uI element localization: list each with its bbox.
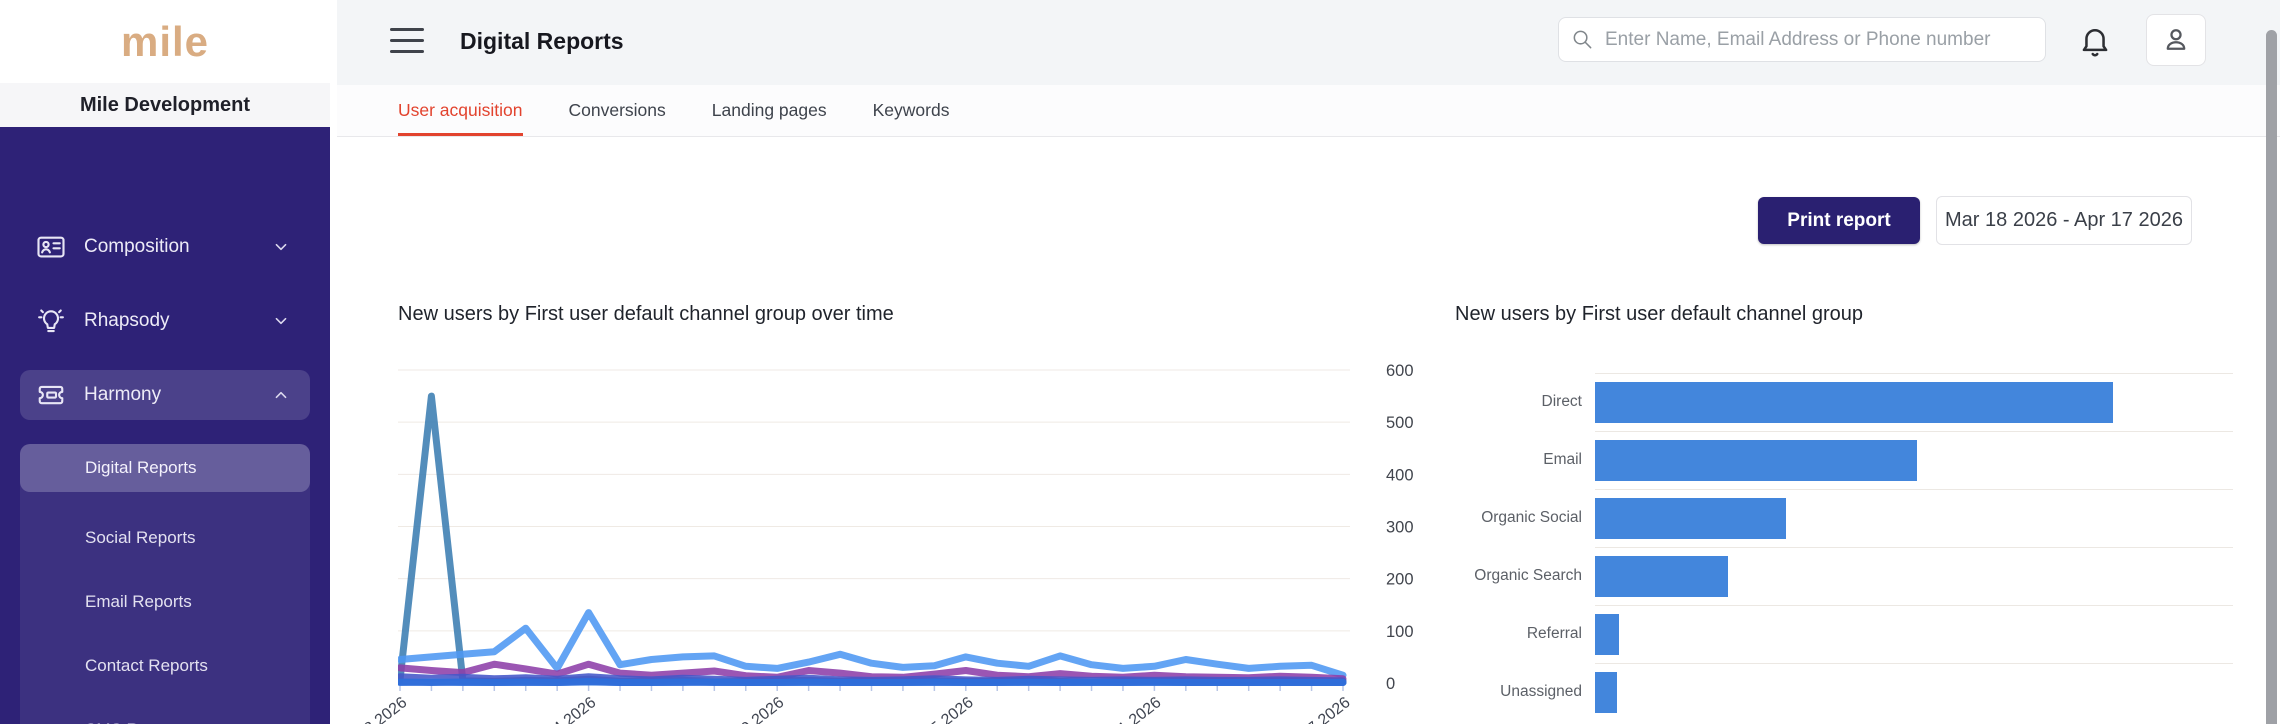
sidebar-item-harmony[interactable]: Harmony: [20, 370, 310, 420]
bar-chart: Direct Email Organic Social Organic Search R…: [1455, 373, 2233, 724]
y-axis-tick-label: 300: [1386, 519, 1414, 537]
date-range-picker[interactable]: Mar 18 2026 - Apr 17 2026: [1936, 196, 2192, 245]
bar-track: [1595, 373, 2233, 431]
sidebar-subitem-sms-reports[interactable]: SMS Reports: [20, 706, 310, 724]
sidebar-nav-items: Composition Rhapsody Harmony Digital Report…: [0, 222, 330, 724]
line-series-direct: [398, 609, 1347, 679]
person-icon: [2166, 29, 2186, 50]
y-axis-tick-label: 500: [1386, 414, 1414, 432]
tab-keywords[interactable]: Keywords: [873, 85, 950, 136]
bar-category-label: Organic Social: [1481, 509, 1582, 526]
search-box: [1558, 17, 2046, 62]
bar-chart-title: New users by First user default channel …: [1455, 303, 1863, 325]
line-chart-title: New users by First user default channel …: [398, 303, 894, 325]
chevron-up-icon: [270, 384, 292, 406]
sidebar-subitem-contact-reports[interactable]: Contact Reports: [20, 642, 310, 690]
line-chart: 0100200300400500600Mar 18 2026Mar 24 202…: [329, 358, 1428, 724]
bar: [1595, 440, 1917, 481]
bar-category-label: Organic Search: [1474, 567, 1582, 584]
y-axis-tick-label: 200: [1386, 571, 1414, 589]
bar: [1595, 672, 1617, 713]
org-name: Mile Development: [0, 83, 330, 127]
bar-category-label: Email: [1543, 451, 1582, 468]
line-series-email: [398, 392, 1347, 686]
mile-logo: mile: [120, 17, 210, 65]
hamburger-menu-icon[interactable]: [390, 28, 424, 53]
contact-card-icon: [36, 232, 66, 262]
report-tabs: User acquisition Conversions Landing pages…: [337, 85, 2280, 137]
bar: [1595, 614, 1620, 655]
sidebar: mile Mile Development Composition Rhapsod…: [0, 0, 330, 724]
sidebar-nav: Composition Rhapsody Harmony Digital Report…: [0, 127, 330, 724]
bar-row-unassigned: Unassigned: [1455, 663, 2233, 721]
sidebar-subitem-digital-reports[interactable]: Digital Reports: [20, 444, 310, 492]
bar-track: [1595, 489, 2233, 547]
bar-track: [1595, 663, 2233, 721]
chevron-down-icon: [270, 236, 292, 258]
print-report-button[interactable]: Print report: [1758, 197, 1920, 244]
bar-row-email: Email: [1455, 431, 2233, 489]
notifications-bell-icon[interactable]: [2076, 22, 2114, 62]
chevron-down-icon: [270, 310, 292, 332]
bar: [1595, 382, 2114, 423]
bar-row-referral: Referral: [1455, 605, 2233, 663]
bar-category-label: Referral: [1526, 625, 1582, 642]
lightbulb-icon: [36, 306, 66, 336]
sidebar-item-label: Rhapsody: [84, 310, 170, 331]
sidebar-item-label: Harmony: [84, 384, 162, 405]
app-window: mile Mile Development Composition Rhapsod…: [0, 0, 2280, 724]
search-input[interactable]: [1558, 17, 2046, 62]
bar-row-organic-social: Organic Social: [1455, 489, 2233, 547]
sidebar-subitem-email-reports[interactable]: Email Reports: [20, 578, 310, 626]
bar-row-direct: Direct: [1455, 373, 2233, 431]
line-chart-canvas: 0 100 200 300 400 500 600: [398, 362, 1414, 693]
sidebar-item-rhapsody[interactable]: Rhapsody: [20, 296, 310, 346]
logo-area: mile: [0, 0, 330, 83]
tab-conversions[interactable]: Conversions: [569, 85, 666, 136]
bar-category-label: Direct: [1541, 393, 1582, 410]
top-header: Digital Reports: [337, 0, 2280, 85]
bar: [1595, 556, 1729, 597]
bar: [1595, 498, 1786, 539]
y-axis-tick-label: 600: [1386, 362, 1414, 380]
tab-landing-pages[interactable]: Landing pages: [712, 85, 827, 136]
sidebar-item-composition[interactable]: Composition: [20, 222, 310, 272]
sidebar-item-label: Composition: [84, 236, 190, 257]
bar-row-organic-search: Organic Search: [1455, 547, 2233, 605]
user-profile-button[interactable]: [2146, 14, 2206, 66]
ticket-icon: [36, 380, 66, 410]
bar-category-label: Unassigned: [1500, 683, 1582, 700]
tab-user-acquisition[interactable]: User acquisition: [398, 85, 523, 136]
sidebar-submenu: Digital Reports Social Reports Email Repor…: [20, 444, 310, 724]
y-axis-tick-label: 400: [1386, 466, 1414, 484]
bar-track: [1595, 431, 2233, 489]
vertical-scrollbar[interactable]: [2266, 30, 2277, 724]
bar-track: [1595, 605, 2233, 663]
search-icon: [1571, 28, 1594, 51]
sidebar-subitem-social-reports[interactable]: Social Reports: [20, 514, 310, 562]
sidebar-divider: [330, 0, 337, 724]
bar-track: [1595, 547, 2233, 605]
line-series-referral: [398, 677, 1347, 686]
page-title: Digital Reports: [460, 28, 624, 54]
y-axis-tick-label: 0: [1386, 675, 1395, 693]
y-axis-tick-label: 100: [1386, 623, 1414, 641]
